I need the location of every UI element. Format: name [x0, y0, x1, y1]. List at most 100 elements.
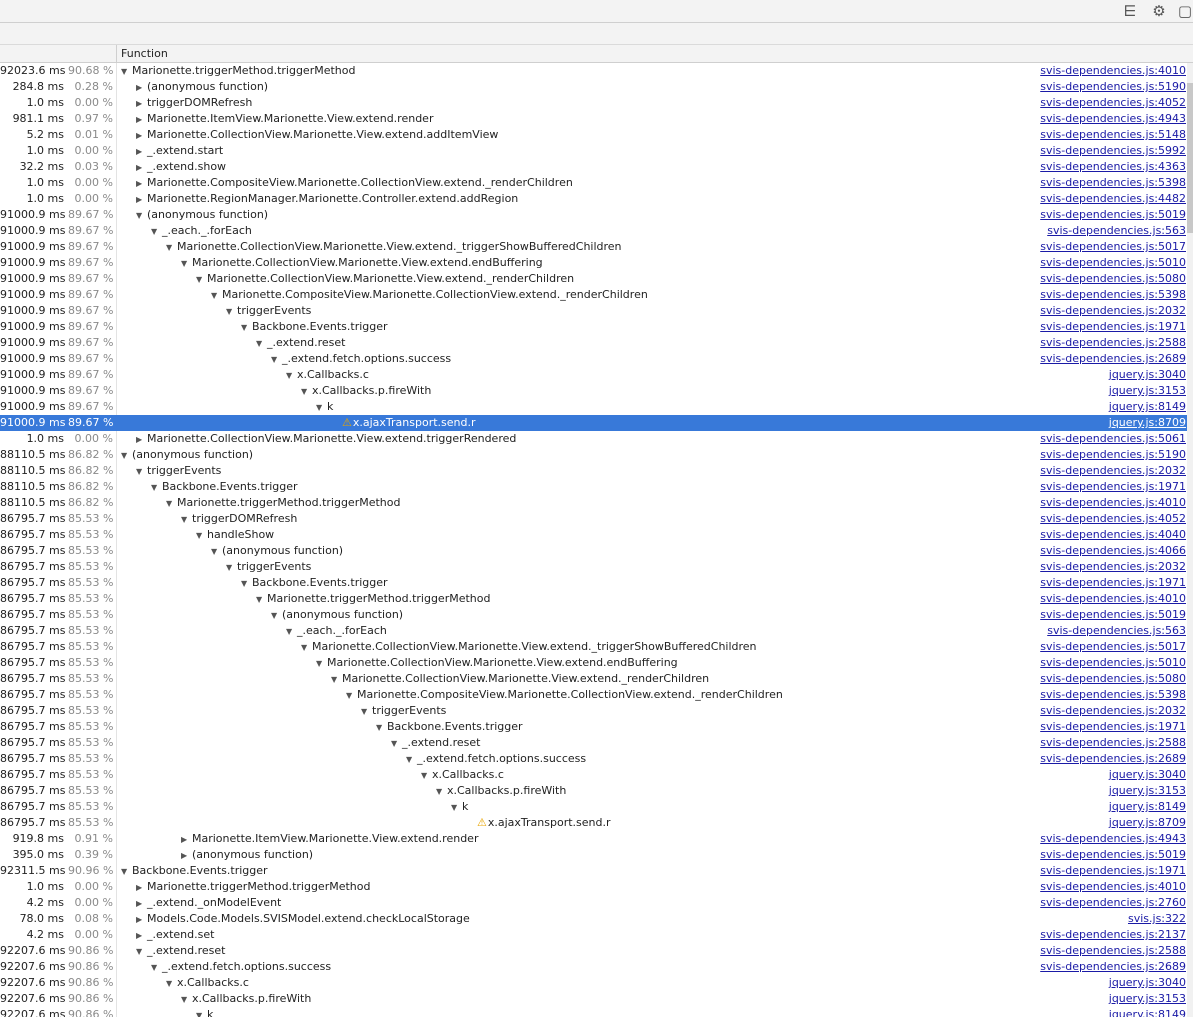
table-row[interactable]: 1.0 ms 0.00 % ▶ Marionette.CompositeView.Ma… — [0, 175, 1193, 191]
expanded-triangle-icon[interactable]: ▼ — [211, 544, 222, 560]
table-row[interactable]: 86795.7 ms 85.53 % ▼ Backbone.Events.trigge… — [0, 719, 1193, 735]
expanded-triangle-icon[interactable]: ▼ — [316, 656, 327, 672]
collapsed-triangle-icon[interactable]: ▶ — [136, 144, 147, 160]
source-link[interactable]: svis-dependencies.js:5148 — [1040, 127, 1186, 143]
source-link[interactable]: svis-dependencies.js:2032 — [1040, 559, 1186, 575]
expanded-triangle-icon[interactable]: ▼ — [316, 400, 327, 416]
source-link[interactable]: svis-dependencies.js:4010 — [1040, 495, 1186, 511]
expanded-triangle-icon[interactable]: ▼ — [286, 624, 297, 640]
table-row[interactable]: 88110.5 ms 86.82 % ▼ (anonymous function) sv… — [0, 447, 1193, 463]
source-link[interactable]: svis-dependencies.js:2689 — [1040, 959, 1186, 975]
table-row[interactable]: 86795.7 ms 85.53 % ▼ x.Callbacks.c jquery.js… — [0, 767, 1193, 783]
source-link[interactable]: svis-dependencies.js:5080 — [1040, 671, 1186, 687]
collapsed-triangle-icon[interactable]: ▶ — [136, 80, 147, 96]
source-link[interactable]: svis-dependencies.js:5019 — [1040, 607, 1186, 623]
table-row[interactable]: 86795.7 ms 85.53 % ▼ Backbone.Events.trigge… — [0, 575, 1193, 591]
expanded-triangle-icon[interactable]: ▼ — [301, 384, 312, 400]
table-row[interactable]: 92207.6 ms 90.86 % ▼ x.Callbacks.p.fireWith… — [0, 991, 1193, 1007]
table-row[interactable]: 5.2 ms 0.01 % ▶ Marionette.CollectionView.M… — [0, 127, 1193, 143]
table-row[interactable]: 88110.5 ms 86.82 % ▼ Backbone.Events.trigge… — [0, 479, 1193, 495]
table-row[interactable]: 919.8 ms 0.91 % ▶ Marionette.ItemView.Mario… — [0, 831, 1193, 847]
expanded-triangle-icon[interactable]: ▼ — [121, 64, 132, 80]
expanded-triangle-icon[interactable]: ▼ — [151, 480, 162, 496]
expanded-triangle-icon[interactable]: ▼ — [256, 336, 267, 352]
table-row[interactable]: 981.1 ms 0.97 % ▶ Marionette.ItemView.Mario… — [0, 111, 1193, 127]
table-row[interactable]: 91000.9 ms 89.67 % ▼ Backbone.Events.trigge… — [0, 319, 1193, 335]
table-row[interactable]: 92207.6 ms 90.86 % ▼ x.Callbacks.c jquery.js… — [0, 975, 1193, 991]
table-row[interactable]: 91000.9 ms 89.67 % ▼ Marionette.CollectionV… — [0, 239, 1193, 255]
expanded-triangle-icon[interactable]: ▼ — [181, 992, 192, 1008]
collapsed-triangle-icon[interactable]: ▶ — [136, 160, 147, 176]
expanded-triangle-icon[interactable]: ▼ — [151, 224, 162, 240]
source-link[interactable]: svis-dependencies.js:563 — [1047, 623, 1186, 639]
table-row[interactable]: 86795.7 ms 85.53 % ▼ triggerEvents svis-depe… — [0, 703, 1193, 719]
table-row[interactable]: 92023.6 ms 90.68 % ▼ Marionette.triggerMeth… — [0, 63, 1193, 79]
source-link[interactable]: svis-dependencies.js:4052 — [1040, 511, 1186, 527]
source-link[interactable]: svis-dependencies.js:563 — [1047, 223, 1186, 239]
source-link[interactable]: svis-dependencies.js:1971 — [1040, 575, 1186, 591]
source-link[interactable]: svis-dependencies.js:2760 — [1040, 895, 1186, 911]
source-link[interactable]: svis-dependencies.js:2032 — [1040, 703, 1186, 719]
table-row[interactable]: 91000.9 ms 89.67 % ▼ Marionette.CollectionV… — [0, 255, 1193, 271]
dock-icon[interactable]: ▢ — [1177, 2, 1193, 20]
collapsed-triangle-icon[interactable]: ▶ — [181, 848, 192, 864]
table-row[interactable]: 78.0 ms 0.08 % ▶ Models.Code.Models.SVISMod… — [0, 911, 1193, 927]
expanded-triangle-icon[interactable]: ▼ — [121, 448, 132, 464]
source-link[interactable]: jquery.js:3153 — [1109, 783, 1186, 799]
table-row[interactable]: 86795.7 ms 85.53 % ▼ handleShow svis-depende… — [0, 527, 1193, 543]
expanded-triangle-icon[interactable]: ▼ — [181, 256, 192, 272]
source-link[interactable]: jquery.js:8709 — [1109, 415, 1186, 431]
expanded-triangle-icon[interactable]: ▼ — [271, 608, 282, 624]
collapsed-triangle-icon[interactable]: ▶ — [136, 128, 147, 144]
collapsed-triangle-icon[interactable]: ▶ — [136, 192, 147, 208]
source-link[interactable]: svis-dependencies.js:5398 — [1040, 687, 1186, 703]
expanded-triangle-icon[interactable]: ▼ — [376, 720, 387, 736]
source-link[interactable]: jquery.js:3153 — [1109, 991, 1186, 1007]
table-row[interactable]: 92207.6 ms 90.86 % ▼ k jquery.js:8149 — [0, 1007, 1193, 1017]
collapsed-triangle-icon[interactable]: ▶ — [136, 912, 147, 928]
source-link[interactable]: jquery.js:8149 — [1109, 1007, 1186, 1017]
table-row[interactable]: 86795.7 ms 85.53 % ⚠x.ajaxTransport.send.r… — [0, 815, 1193, 831]
source-link[interactable]: svis-dependencies.js:2137 — [1040, 927, 1186, 943]
source-link[interactable]: jquery.js:8149 — [1109, 799, 1186, 815]
table-row[interactable]: 86795.7 ms 85.53 % ▼ Marionette.CollectionV… — [0, 655, 1193, 671]
source-link[interactable]: svis.js:322 — [1128, 911, 1186, 927]
collapsed-triangle-icon[interactable]: ▶ — [136, 432, 147, 448]
source-link[interactable]: svis-dependencies.js:5190 — [1040, 79, 1186, 95]
source-link[interactable]: svis-dependencies.js:5190 — [1040, 447, 1186, 463]
source-link[interactable]: svis-dependencies.js:5398 — [1040, 287, 1186, 303]
expanded-triangle-icon[interactable]: ▼ — [211, 288, 222, 304]
expanded-triangle-icon[interactable]: ▼ — [361, 704, 372, 720]
source-link[interactable]: svis-dependencies.js:4010 — [1040, 591, 1186, 607]
table-row[interactable]: 91000.9 ms 89.67 % ▼ triggerEvents svis-depe… — [0, 303, 1193, 319]
expanded-triangle-icon[interactable]: ▼ — [391, 736, 402, 752]
source-link[interactable]: svis-dependencies.js:4010 — [1040, 63, 1186, 79]
source-link[interactable]: svis-dependencies.js:2588 — [1040, 335, 1186, 351]
table-row[interactable]: 91000.9 ms 89.67 % ▼ _.extend.reset svis-dep… — [0, 335, 1193, 351]
source-link[interactable]: svis-dependencies.js:4040 — [1040, 527, 1186, 543]
source-link[interactable]: svis-dependencies.js:4482 — [1040, 191, 1186, 207]
source-link[interactable]: svis-dependencies.js:2588 — [1040, 943, 1186, 959]
list-icon[interactable]: ⋿ — [1121, 2, 1139, 20]
source-link[interactable]: svis-dependencies.js:2032 — [1040, 463, 1186, 479]
expanded-triangle-icon[interactable]: ▼ — [436, 784, 447, 800]
column-divider[interactable] — [116, 45, 117, 62]
source-link[interactable]: svis-dependencies.js:5017 — [1040, 639, 1186, 655]
source-link[interactable]: svis-dependencies.js:5061 — [1040, 431, 1186, 447]
table-row[interactable]: 1.0 ms 0.00 % ▶ triggerDOMRefresh svis-depen… — [0, 95, 1193, 111]
expanded-triangle-icon[interactable]: ▼ — [331, 672, 342, 688]
expanded-triangle-icon[interactable]: ▼ — [166, 496, 177, 512]
expanded-triangle-icon[interactable]: ▼ — [226, 560, 237, 576]
table-row[interactable]: 86795.7 ms 85.53 % ▼ (anonymous function) sv… — [0, 543, 1193, 559]
collapsed-triangle-icon[interactable]: ▶ — [136, 96, 147, 112]
source-link[interactable]: svis-dependencies.js:1971 — [1040, 319, 1186, 335]
table-row[interactable]: 86795.7 ms 85.53 % ▼ x.Callbacks.p.fireWith… — [0, 783, 1193, 799]
expanded-triangle-icon[interactable]: ▼ — [451, 800, 462, 816]
table-row[interactable]: 86795.7 ms 85.53 % ▼ (anonymous function) sv… — [0, 607, 1193, 623]
table-row[interactable]: 86795.7 ms 85.53 % ▼ _.each._.forEach svis-d… — [0, 623, 1193, 639]
gear-icon[interactable]: ⚙ — [1150, 2, 1168, 20]
function-column-header[interactable]: Function — [121, 45, 168, 62]
source-link[interactable]: svis-dependencies.js:1971 — [1040, 719, 1186, 735]
collapsed-triangle-icon[interactable]: ▶ — [181, 832, 192, 848]
expanded-triangle-icon[interactable]: ▼ — [346, 688, 357, 704]
